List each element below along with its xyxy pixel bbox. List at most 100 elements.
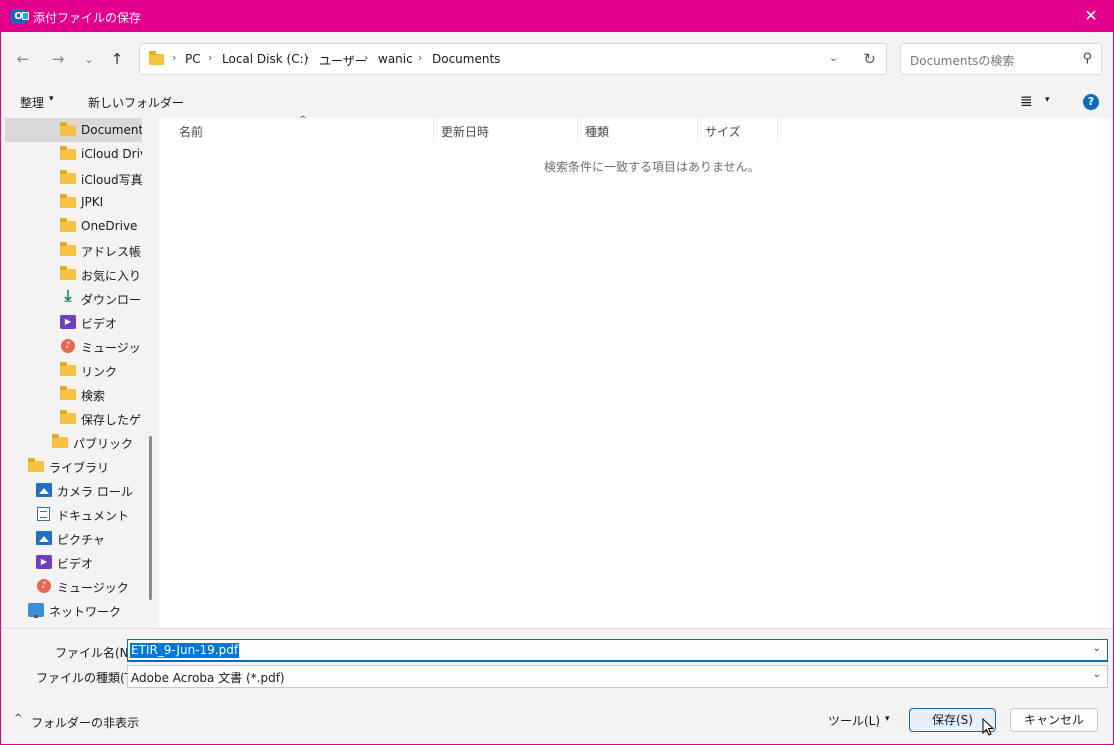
cancel-button[interactable]: キャンセル xyxy=(1010,708,1098,732)
music-icon: ♪ xyxy=(61,339,75,353)
sidebar-item-videos-library[interactable]: ▶ ビデオ xyxy=(5,550,146,574)
sidebar-scrollbar[interactable] xyxy=(142,118,159,628)
search-box[interactable]: Documentsの検索 ⚲ xyxy=(900,43,1102,75)
column-header-size[interactable]: サイズ xyxy=(698,118,777,142)
breadcrumb-wanic[interactable]: wanic xyxy=(378,52,413,66)
sidebar-item-label: 保存したゲーム xyxy=(81,413,146,427)
video-icon: ▶ xyxy=(60,315,76,329)
sidebar-item-label: ミュージック xyxy=(81,341,146,355)
close-button[interactable]: ✕ xyxy=(1069,1,1113,32)
sidebar-item-public[interactable]: パブリック xyxy=(5,430,146,454)
search-icon[interactable]: ⚲ xyxy=(1082,51,1092,66)
sidebar-item-label: iCloud写真 xyxy=(81,173,143,187)
command-bar: 整理 ▾ 新しいフォルダー ≣ ▾ ? xyxy=(1,85,1113,118)
breadcrumb-pc[interactable]: PC xyxy=(185,52,201,66)
refresh-button[interactable]: ↻ xyxy=(863,50,876,68)
column-header-modified[interactable]: 更新日時 xyxy=(434,118,577,142)
column-header-label: 名前 xyxy=(179,125,204,139)
column-header-label: 更新日時 xyxy=(441,125,490,139)
filename-input[interactable]: ETIR_9-Jun-19.pdf ⌄ xyxy=(127,639,1108,662)
sidebar-item-label: ライブラリ xyxy=(49,461,110,475)
sidebar-item-label: ダウンロード xyxy=(81,293,146,307)
folder-icon xyxy=(52,434,68,448)
column-divider[interactable] xyxy=(777,118,778,142)
new-folder-button[interactable]: 新しいフォルダー xyxy=(88,94,184,111)
sidebar-item-label: Documents xyxy=(81,123,146,137)
chevron-down-icon[interactable]: ▾ xyxy=(1045,95,1050,105)
breadcrumb-local-disk[interactable]: Local Disk (C:) xyxy=(222,52,308,66)
sidebar-item-label: 検索 xyxy=(81,389,106,403)
folder-icon xyxy=(60,386,76,400)
chevron-up-icon[interactable]: ^ xyxy=(14,713,22,724)
breadcrumb-separator: › xyxy=(172,51,177,64)
sidebar-item-pictures[interactable]: ピクチャ xyxy=(5,526,146,550)
music-icon: ♪ xyxy=(37,579,51,593)
sidebar-item-onedrive[interactable]: OneDrive xyxy=(5,214,146,238)
sidebar-item-searches[interactable]: 検索 xyxy=(5,382,146,406)
filename-label: ファイル名(N): xyxy=(55,646,138,660)
sidebar-item-camera-roll[interactable]: カメラ ロール xyxy=(5,478,146,502)
sidebar-item-downloads[interactable]: ⤓ ダウンロード xyxy=(5,286,146,310)
breadcrumb-users[interactable]: ユーザー xyxy=(319,52,367,69)
column-header-label: サイズ xyxy=(705,125,741,139)
sidebar-item-documents[interactable]: Documents xyxy=(5,118,146,142)
sidebar-item-icloud-drive[interactable]: iCloud Drive xyxy=(5,142,146,166)
sidebar-item-icloud-photos[interactable]: iCloud写真 xyxy=(5,166,146,190)
file-list[interactable]: 名前 ^ 更新日時 種類 サイズ 検索条件に一致する項目はありません。 xyxy=(159,115,1113,628)
folder-icon xyxy=(149,51,164,65)
sidebar-item-jpki[interactable]: JPKI xyxy=(5,190,146,214)
sidebar-item-saved-games[interactable]: 保存したゲーム xyxy=(5,406,146,430)
sidebar-item-links[interactable]: リンク xyxy=(5,358,146,382)
outlook-app-icon: O xyxy=(11,9,29,24)
recent-locations-button[interactable]: ⌄ xyxy=(78,49,100,69)
breadcrumb-separator: › xyxy=(418,51,423,64)
chevron-down-icon[interactable]: ▾ xyxy=(885,714,890,724)
folder-icon xyxy=(60,362,76,376)
sidebar-item-music-library[interactable]: ♪ ミュージック xyxy=(5,574,146,598)
hide-folders-button[interactable]: フォルダーの非表示 xyxy=(31,714,139,731)
navigation-bar: ← → ⌄ ↑ › PC › Local Disk (C:) › ユーザー › … xyxy=(1,32,1113,85)
folder-icon xyxy=(60,410,76,424)
view-options-icon[interactable]: ≣ xyxy=(1020,92,1033,110)
up-button[interactable]: ↑ xyxy=(106,49,128,69)
save-form: ファイル名(N): ETIR_9-Jun-19.pdf ⌄ ファイルの種類(T)… xyxy=(1,628,1113,692)
forward-button[interactable]: → xyxy=(47,49,69,69)
address-dropdown-button[interactable]: ⌄ xyxy=(829,51,838,64)
column-header-type[interactable]: 種類 xyxy=(578,118,697,142)
sidebar-item-label: アドレス帳 xyxy=(81,245,142,259)
save-dialog: O 添付ファイルの保存 ✕ ← → ⌄ ↑ › PC › Local Disk … xyxy=(0,0,1114,745)
pictures-icon xyxy=(36,483,52,497)
folder-icon xyxy=(60,266,76,280)
sidebar-item-label: お気に入り xyxy=(81,269,142,283)
sidebar-item-music[interactable]: ♪ ミュージック xyxy=(5,334,146,358)
sidebar-item-favorites[interactable]: お気に入り xyxy=(5,262,146,286)
scrollbar-thumb[interactable] xyxy=(149,436,152,600)
filetype-select[interactable]: Adobe Acroba 文書 (*.pdf) ⌄ xyxy=(127,665,1108,688)
sidebar-item-label: パブリック xyxy=(73,437,134,451)
sidebar-item-label: iCloud Drive xyxy=(81,147,146,161)
network-icon xyxy=(28,603,44,618)
filetype-label: ファイルの種類(T): xyxy=(36,671,141,685)
download-icon: ⤓ xyxy=(64,286,72,305)
column-header-name[interactable]: 名前 ^ xyxy=(159,115,433,142)
sidebar-item-label: ピクチャ xyxy=(57,533,105,547)
sidebar-item-network[interactable]: ネットワーク xyxy=(5,598,146,622)
filetype-value: Adobe Acroba 文書 (*.pdf) xyxy=(131,671,285,685)
sidebar-item-documents-library[interactable]: ドキュメント xyxy=(5,502,146,526)
tools-button[interactable]: ツール(L) xyxy=(828,712,880,729)
sidebar-item-label: ネットワーク xyxy=(49,605,122,619)
chevron-down-icon[interactable]: ▾ xyxy=(49,94,54,104)
back-button[interactable]: ← xyxy=(12,49,34,69)
filename-value[interactable]: ETIR_9-Jun-19.pdf xyxy=(130,643,240,658)
sidebar-item-address-book[interactable]: アドレス帳 xyxy=(5,238,146,262)
chevron-down-icon[interactable]: ⌄ xyxy=(1093,669,1101,680)
breadcrumb-separator: › xyxy=(208,51,213,64)
folder-icon xyxy=(60,122,76,136)
organize-button[interactable]: 整理 xyxy=(20,94,44,111)
breadcrumb-documents[interactable]: Documents xyxy=(432,52,500,66)
help-icon[interactable]: ? xyxy=(1083,94,1099,110)
sidebar-item-videos[interactable]: ▶ ビデオ xyxy=(5,310,146,334)
address-bar[interactable]: › PC › Local Disk (C:) › ユーザー › wanic › … xyxy=(139,43,887,75)
chevron-down-icon[interactable]: ⌄ xyxy=(1093,643,1101,654)
sidebar-item-libraries[interactable]: ライブラリ xyxy=(5,454,146,478)
